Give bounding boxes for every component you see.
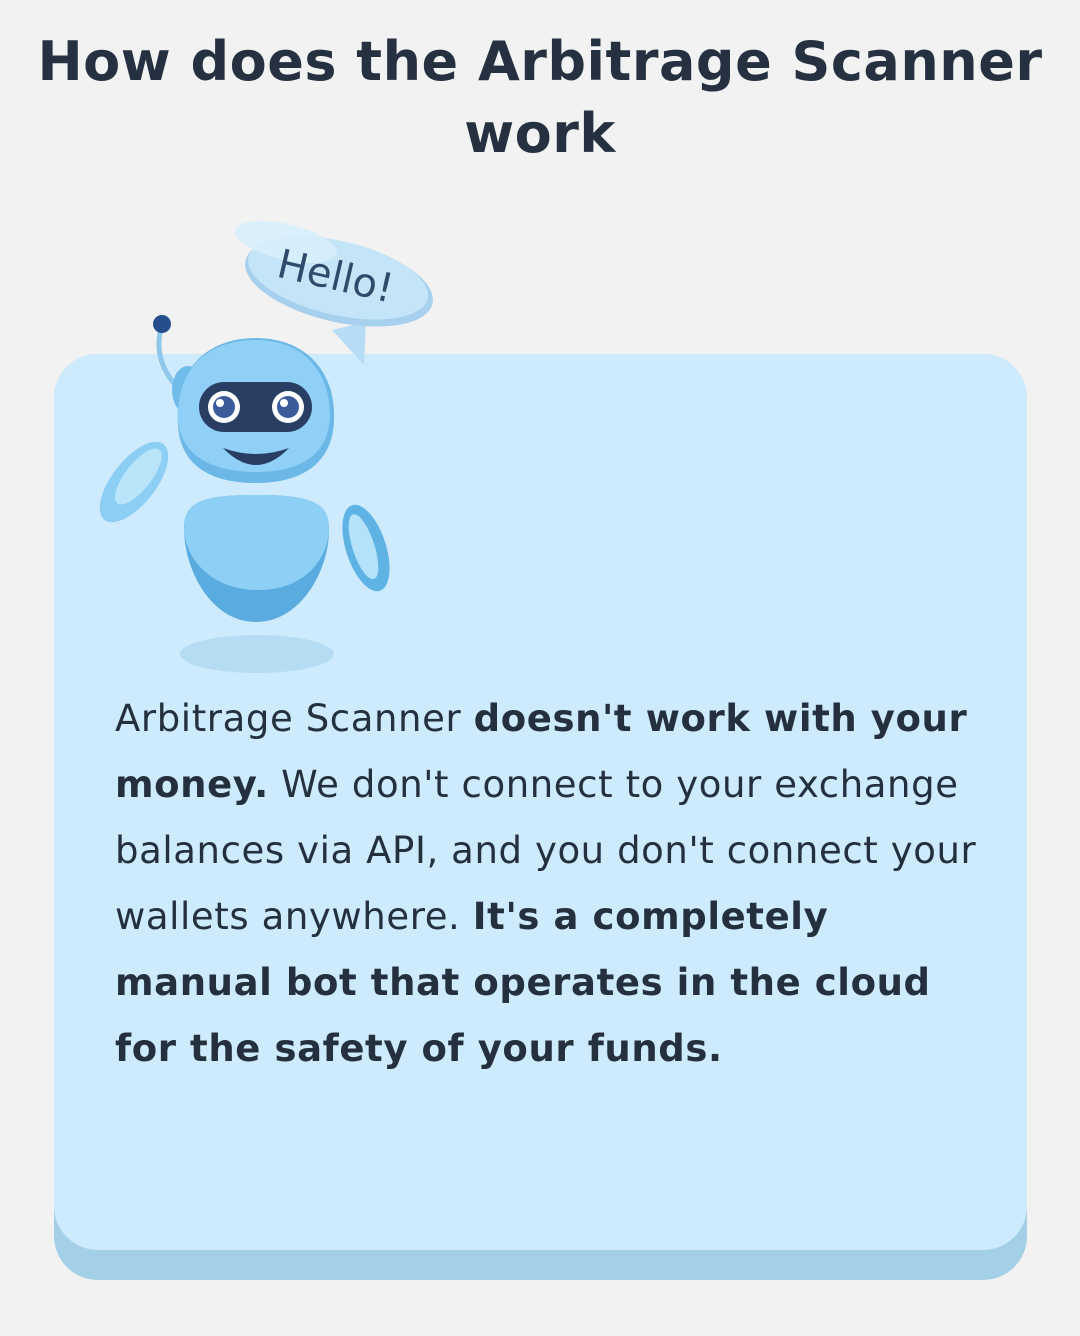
card-description: Arbitrage Scanner doesn't work with your…: [115, 686, 995, 1082]
page: { "page": { "title": "How does the Arbit…: [0, 0, 1080, 1336]
page-title: How does the Arbitrage Scanner work: [37, 30, 1043, 165]
card-text-1: Arbitrage Scanner: [115, 697, 474, 740]
robot-mascot-icon: Hello!: [99, 220, 433, 673]
